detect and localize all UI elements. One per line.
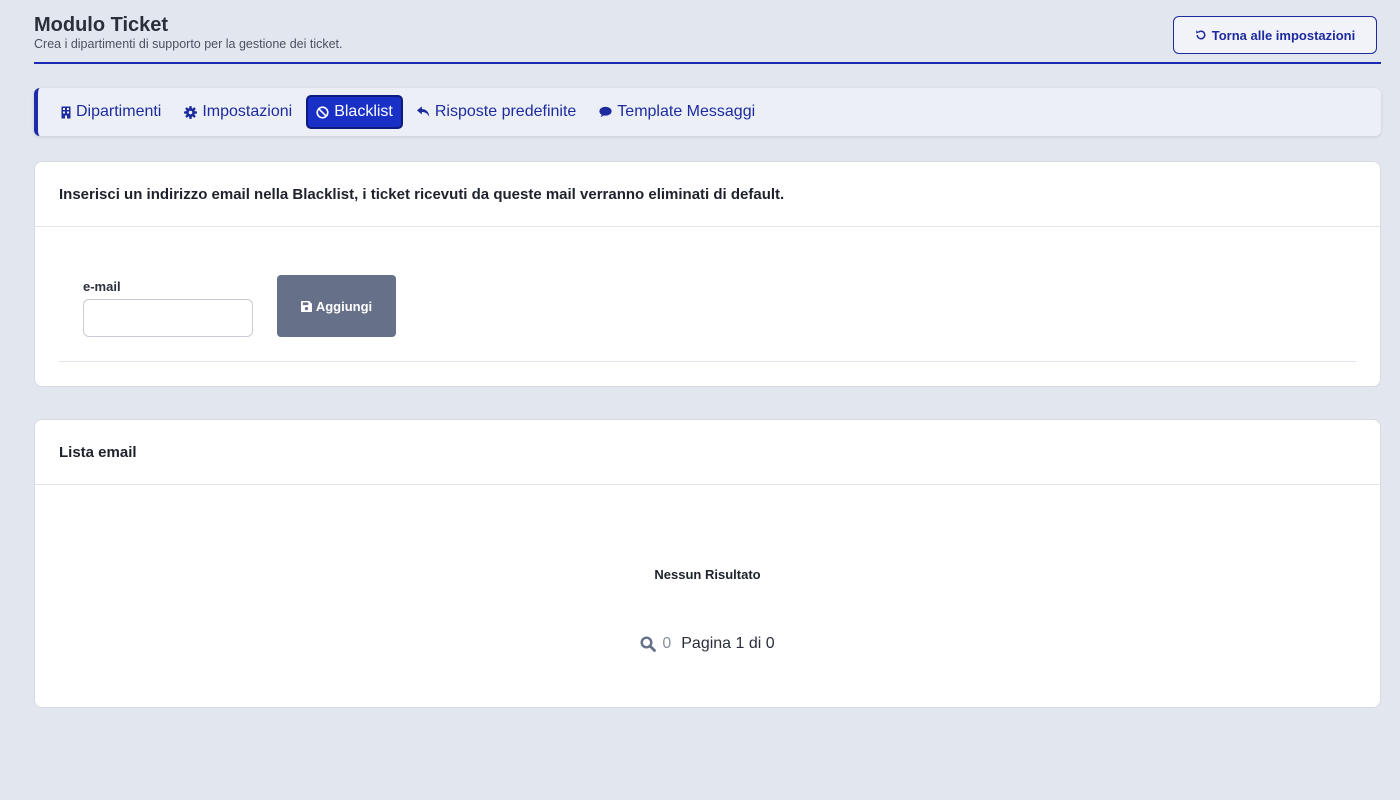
divider [59, 361, 1356, 362]
tab-label: Dipartimenti [76, 103, 162, 120]
save-icon [300, 300, 312, 312]
chat-icon [599, 106, 612, 118]
building-icon [61, 106, 71, 118]
tab-label: Risposte predefinite [434, 103, 577, 120]
undo-icon [1195, 30, 1206, 40]
tab-dipartimenti[interactable]: Dipartimenti [52, 95, 170, 129]
add-button[interactable]: Aggiungi [277, 275, 396, 337]
tab-label: Template Messaggi [617, 103, 756, 120]
tab-label: Blacklist [334, 103, 393, 120]
blacklist-card-heading: Inserisci un indirizzo email nella Black… [35, 162, 1380, 227]
search-icon [640, 636, 657, 652]
module-tabs: Dipartimenti Impostazioni Blacklist Risp… [34, 88, 1381, 136]
gear-icon [184, 105, 198, 119]
email-list-card: Lista email Nessun Risultato 0 Pagina 1 … [34, 419, 1381, 708]
tab-label: Impostazioni [202, 103, 293, 120]
ban-icon [316, 105, 329, 119]
add-button-label: Aggiungi [315, 298, 373, 314]
back-to-settings-button[interactable]: Torna alle impostazioni [1173, 16, 1377, 54]
email-field[interactable] [83, 299, 253, 337]
tab-impostazioni[interactable]: Impostazioni [175, 95, 301, 129]
email-list-heading: Lista email [35, 420, 1380, 485]
reply-icon [416, 106, 430, 117]
result-count: 0 [662, 635, 672, 652]
email-label: e-mail [83, 279, 121, 294]
blacklist-card: Inserisci un indirizzo email nella Black… [34, 161, 1381, 387]
pagination: 0 Pagina 1 di 0 [35, 635, 1380, 653]
tab-template-messaggi[interactable]: Template Messaggi [590, 95, 764, 129]
tab-risposte-predefinite[interactable]: Risposte predefinite [408, 95, 585, 129]
page-header: Modulo Ticket Crea i dipartimenti di sup… [34, 14, 1381, 64]
tab-blacklist[interactable]: Blacklist [306, 95, 403, 129]
page-indicator: Pagina 1 di 0 [681, 635, 775, 652]
back-button-label: Torna alle impostazioni [1211, 27, 1356, 43]
empty-state-text: Nessun Risultato [654, 567, 761, 582]
